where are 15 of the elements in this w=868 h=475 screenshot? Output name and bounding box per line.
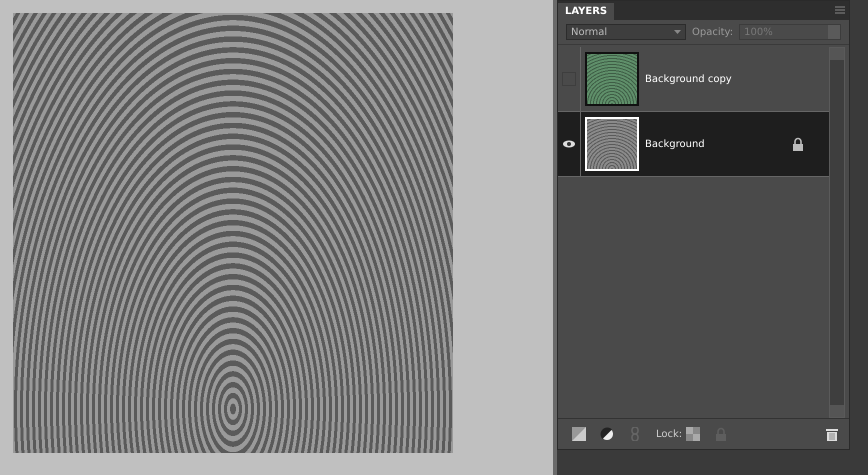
layer-name: Background: [645, 138, 706, 150]
menu-icon[interactable]: [835, 6, 845, 14]
eye-icon[interactable]: [562, 139, 576, 149]
lock-transparency-icon[interactable]: [686, 427, 700, 441]
scrollbar[interactable]: [829, 47, 845, 418]
caret-icon: [674, 30, 681, 34]
adjustment-layer-icon[interactable]: [600, 427, 614, 441]
layer-row[interactable]: Background copy: [558, 47, 829, 112]
opacity-label: Opacity:: [692, 26, 734, 38]
layer-name: Background copy: [645, 74, 733, 84]
trash-icon[interactable]: [825, 427, 839, 441]
layer-row[interactable]: Background: [558, 112, 829, 177]
panel-tab[interactable]: LAYERS: [558, 3, 614, 20]
blend-mode-dropdown[interactable]: Normal: [566, 24, 686, 40]
lock-label: Lock:: [656, 428, 682, 440]
